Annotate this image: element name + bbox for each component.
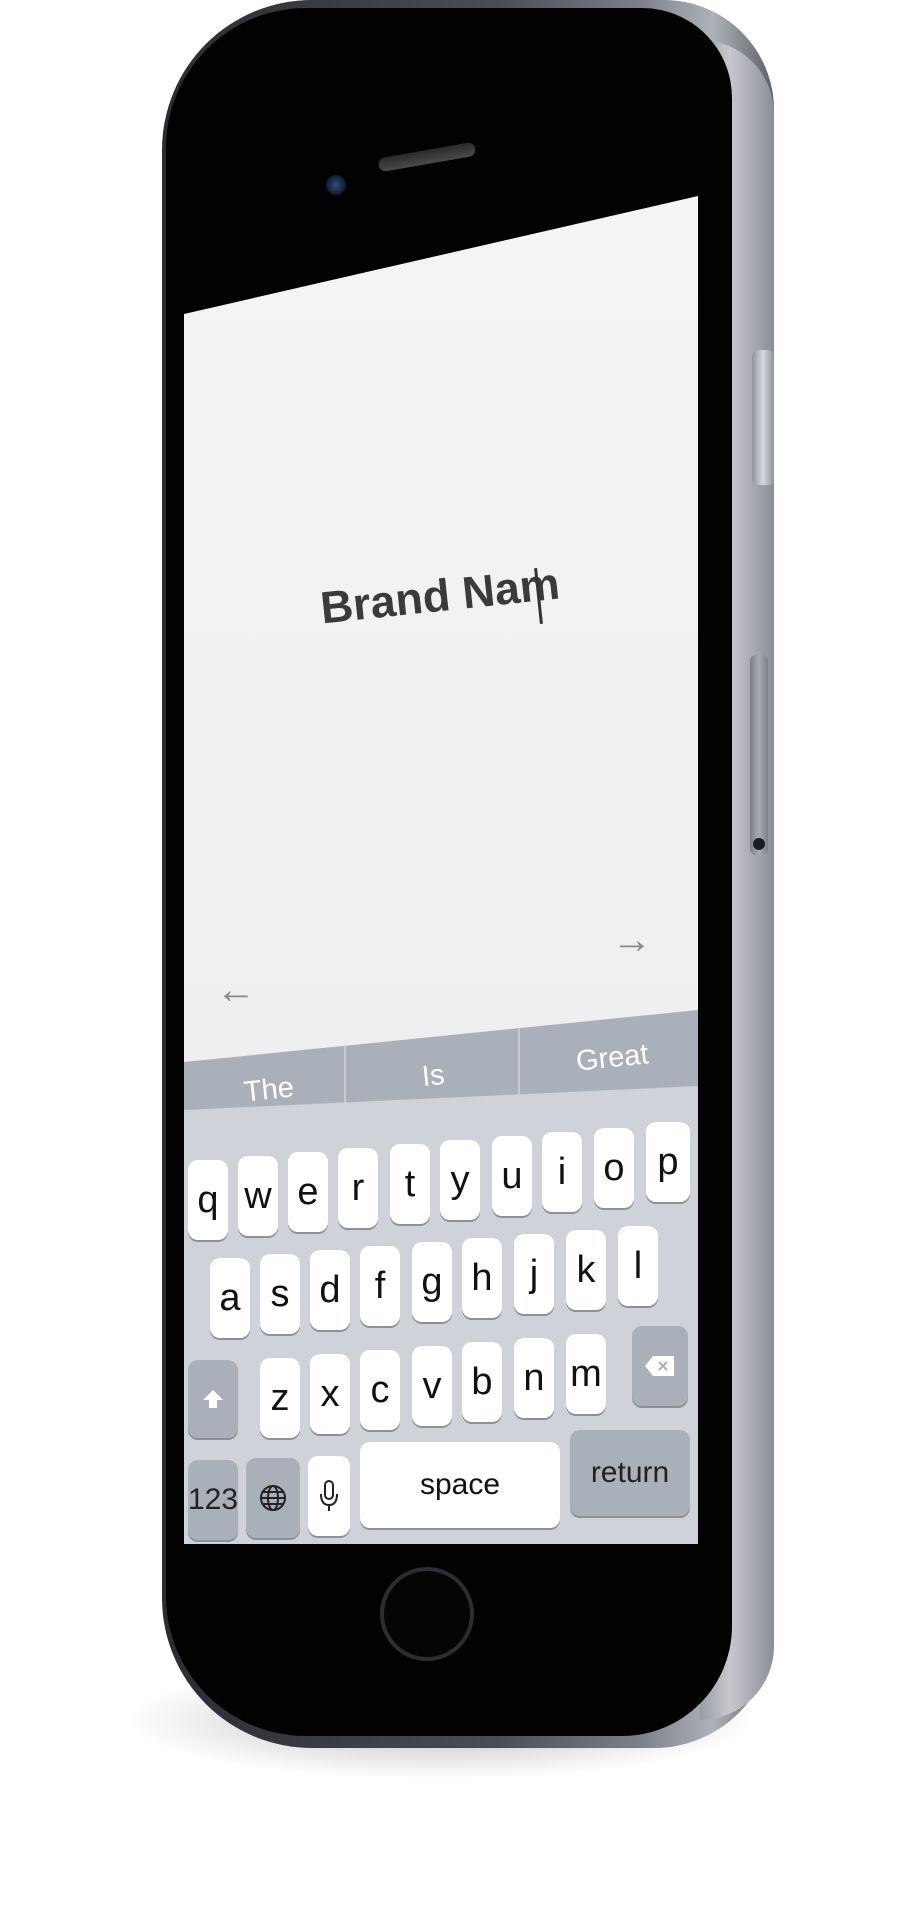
key-z[interactable]: z [260,1358,300,1438]
arrow-left-icon[interactable]: ← [216,970,256,1010]
key-o[interactable]: o [594,1128,634,1208]
key-t[interactable]: t [390,1144,430,1224]
key-c[interactable]: c [360,1350,400,1430]
key-y[interactable]: y [440,1140,480,1220]
numbers-key[interactable]: 123 [188,1460,238,1540]
keyboard: q w e r t y u i o p a s d f g h j k l z … [184,1086,698,1544]
screen: Brand Nam ← → The Is Great q w e r t y u… [184,196,698,1544]
text-input-value[interactable]: Brand Nam [318,558,562,635]
key-p[interactable]: p [646,1122,690,1202]
front-camera-icon [326,175,346,195]
key-v[interactable]: v [412,1346,452,1426]
key-s[interactable]: s [260,1254,300,1334]
space-key[interactable]: space [360,1442,560,1528]
key-i[interactable]: i [542,1132,582,1212]
key-g[interactable]: g [412,1242,452,1322]
key-f[interactable]: f [360,1246,400,1326]
key-d[interactable]: d [310,1250,350,1330]
shift-key[interactable] [188,1360,238,1438]
microphone-icon [320,1480,338,1511]
key-j[interactable]: j [514,1234,554,1314]
suggestion-2[interactable]: Is [420,1059,446,1094]
backspace-key[interactable] [632,1326,688,1406]
numbers-key-label: 123 [187,1483,239,1516]
key-k[interactable]: k [566,1230,606,1310]
shift-icon [203,1390,223,1408]
key-r[interactable]: r [338,1148,378,1228]
return-key[interactable]: return [570,1430,690,1516]
backspace-icon [645,1356,674,1376]
key-h[interactable]: h [462,1238,502,1318]
sim-tray [750,655,768,855]
suggestion-1[interactable]: The [242,1071,295,1109]
home-button[interactable] [380,1567,474,1661]
key-a[interactable]: a [210,1258,250,1338]
arrow-right-icon[interactable]: → [612,920,652,960]
power-button [752,350,774,485]
key-w[interactable]: w [238,1156,278,1236]
key-b[interactable]: b [462,1342,502,1422]
globe-icon [260,1485,286,1511]
microphone-key[interactable] [308,1456,350,1536]
key-l[interactable]: l [618,1226,658,1306]
return-key-label: return [590,1456,670,1489]
key-q[interactable]: q [188,1160,228,1240]
key-n[interactable]: n [514,1338,554,1418]
space-key-label: space [419,1468,501,1501]
globe-key[interactable] [246,1458,300,1538]
key-x[interactable]: x [310,1354,350,1434]
suggestion-3[interactable]: Great [574,1038,650,1078]
key-e[interactable]: e [288,1152,328,1232]
sim-eject-hole [753,838,765,850]
key-u[interactable]: u [492,1136,532,1216]
key-m[interactable]: m [566,1334,606,1414]
